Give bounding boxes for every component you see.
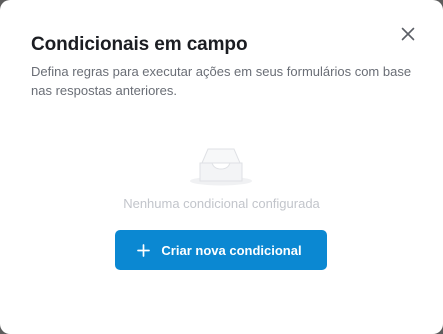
inbox-tray-icon <box>188 145 254 187</box>
modal-subtitle: Defina regras para executar ações em seu… <box>31 64 412 98</box>
close-button[interactable] <box>398 24 418 44</box>
conditionals-modal: Condicionais em campo Defina regras para… <box>0 0 443 334</box>
create-conditional-button[interactable]: Criar nova condicional <box>115 230 327 270</box>
modal-title: Condicionais em campo <box>31 34 248 55</box>
plus-icon <box>136 243 150 257</box>
empty-state-message: Nenhuma condicional configurada <box>123 196 320 211</box>
close-icon <box>401 27 415 41</box>
create-conditional-label: Criar nova condicional <box>161 242 302 258</box>
